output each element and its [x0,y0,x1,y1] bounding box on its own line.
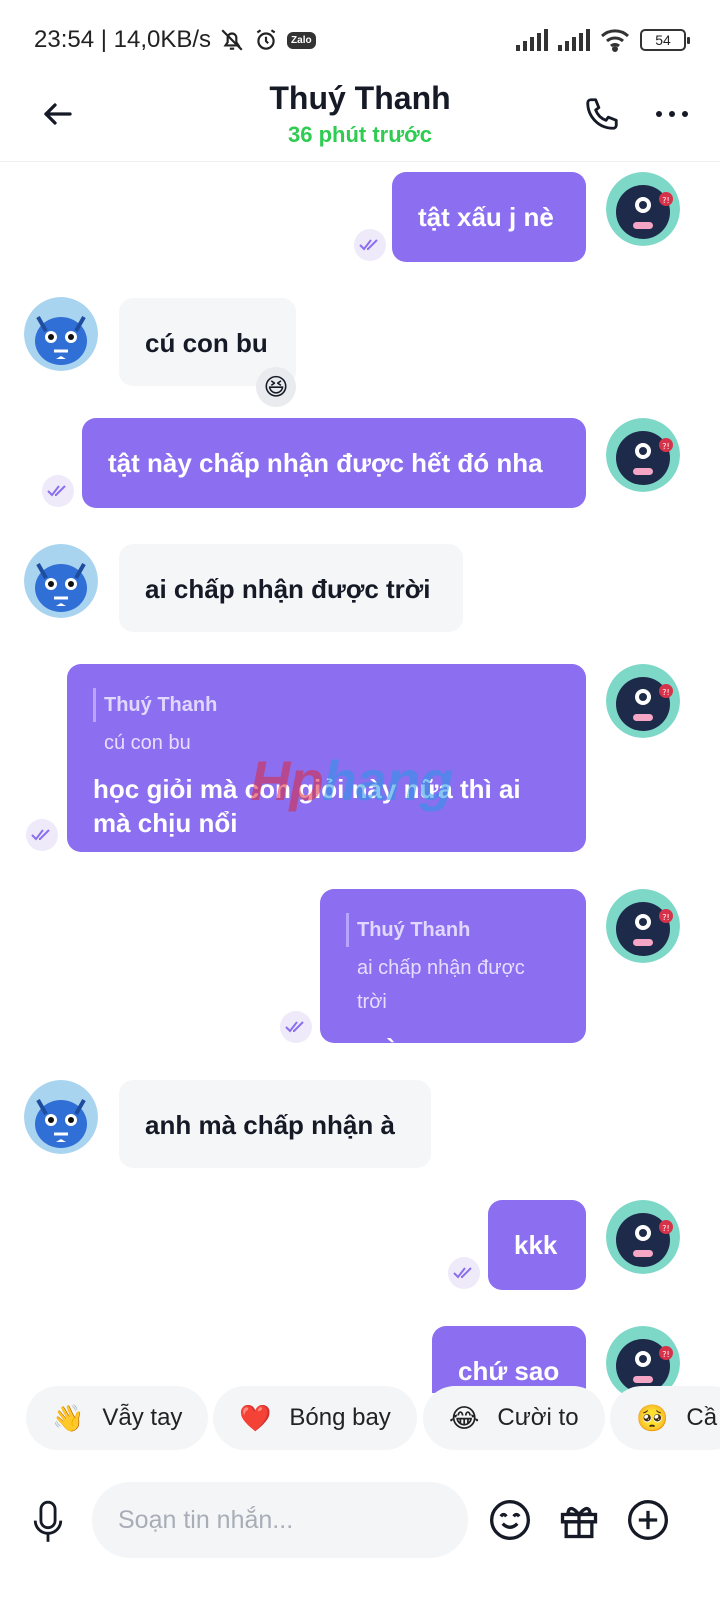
svg-text:?!: ?! [662,442,669,451]
my-avatar[interactable]: ?! [606,1326,680,1393]
heart-emoji-icon: ❤️ [239,1402,272,1433]
contact-avatar[interactable] [24,1080,98,1154]
voice-record-button[interactable] [24,1494,72,1550]
svg-text:?!: ?! [662,196,669,205]
attach-button[interactable] [624,1496,672,1544]
chip-label: Cười to [497,1404,579,1431]
message-bubble-outgoing[interactable]: tật này chấp nhận được hết đó nha [82,418,586,508]
message-text: chứ sao [458,1356,560,1386]
chip-pleading[interactable]: 🥺 Cầ [610,1386,720,1450]
phone-icon [586,98,618,130]
message-bubble-incoming[interactable]: anh mà chấp nhận à [119,1080,431,1168]
gift-icon [560,1506,598,1539]
reaction-badge[interactable]: 😆 [256,367,296,407]
message-bubble-outgoing-reply[interactable]: Thuý Thanh ai chấp nhận được trời a nè [320,889,586,1063]
message-text: ai chấp nhận được trời [145,574,431,604]
contact-avatar[interactable] [24,544,98,618]
more-options-button[interactable] [648,90,696,138]
my-avatar[interactable]: ?! [606,664,680,738]
mute-bell-icon [219,27,245,53]
pleading-emoji-icon: 🥺 [636,1402,669,1433]
contact-avatar[interactable] [24,297,98,371]
seen-indicator [354,229,386,261]
status-time-speed: 23:54 | 14,0KB/s [34,26,212,53]
message-text: học giỏi mà con giỏi này nữa thì ai mà c… [93,774,521,838]
chat-header: Thuý Thanh 36 phút trước [0,80,720,162]
laughing-emoji-icon: 😆 [263,373,289,401]
wifi-icon [600,28,630,52]
quick-reaction-chips: 👋 Vẫy tay ❤️ Bóng bay 😂 Cười to 🥺 Cầ [0,1386,720,1454]
more-dots-icon [656,111,662,117]
chip-label: Bóng bay [289,1404,391,1431]
message-text: cú con bu [145,328,268,358]
chip-label: Vẫy tay [102,1404,183,1431]
call-button[interactable] [578,90,626,138]
chip-balloon[interactable]: ❤️ Bóng bay [213,1386,417,1450]
message-text: anh mà chấp nhận à [145,1110,395,1140]
microphone-icon [33,1500,63,1542]
alarm-icon [253,27,279,53]
battery-icon: 54 [640,29,690,51]
seen-indicator [448,1257,480,1289]
seen-indicator [42,475,74,507]
message-input[interactable] [92,1482,468,1558]
svg-text:?!: ?! [662,1224,669,1233]
message-text: a nè [346,1033,399,1063]
svg-text:?!: ?! [662,1350,669,1359]
svg-text:?!: ?! [662,913,669,922]
double-check-icon [47,485,66,497]
message-bubble-outgoing-reply[interactable]: Thuý Thanh cú con bu học giỏi mà con giỏ… [67,664,586,852]
wave-emoji-icon: 👋 [52,1402,85,1433]
message-text: tật này chấp nhận được hết đó nha [108,448,543,478]
signal-icon [516,29,548,51]
double-check-icon [359,239,378,251]
signal-icon-2 [558,29,590,51]
message-text: kkk [514,1230,558,1260]
double-check-icon [285,1021,304,1033]
status-bar: 23:54 | 14,0KB/s Zalo 54 [0,0,720,80]
zalo-icon: Zalo [287,31,316,49]
message-bubble-outgoing[interactable]: tật xấu j nè [392,172,586,262]
message-bubble-outgoing[interactable]: kkk [488,1200,586,1290]
quoted-sender: Thuý Thanh [346,913,560,947]
seen-indicator [26,819,58,851]
gift-button[interactable] [555,1496,603,1544]
svg-text:?!: ?! [662,688,669,697]
plus-circle-icon [628,1500,668,1540]
double-check-icon [453,1267,472,1279]
message-bubble-outgoing[interactable]: chứ sao [432,1326,586,1393]
my-avatar[interactable]: ?! [606,172,680,246]
quoted-text: cú con bu [104,732,191,754]
message-list[interactable]: tật xấu j nè ?! cú con bu 😆 tật này chấp… [0,163,720,1393]
emoji-button[interactable] [486,1496,534,1544]
seen-indicator [280,1011,312,1043]
emoji-icon [490,1500,530,1540]
quoted-sender: Thuý Thanh [93,688,560,722]
chip-laugh[interactable]: 😂 Cười to [423,1386,605,1450]
double-check-icon [31,829,50,841]
message-composer [0,1480,720,1560]
quoted-text: ai chấp nhận được trời [357,957,525,1013]
chip-label: Cầ [686,1404,718,1431]
message-text: tật xấu j nè [418,202,554,232]
my-avatar[interactable]: ?! [606,418,680,492]
laughing-tears-emoji-icon: 😂 [449,1402,480,1433]
my-avatar[interactable]: ?! [606,1200,680,1274]
chip-wave[interactable]: 👋 Vẫy tay [26,1386,209,1450]
message-bubble-incoming[interactable]: ai chấp nhận được trời [119,544,463,632]
my-avatar[interactable]: ?! [606,889,680,963]
